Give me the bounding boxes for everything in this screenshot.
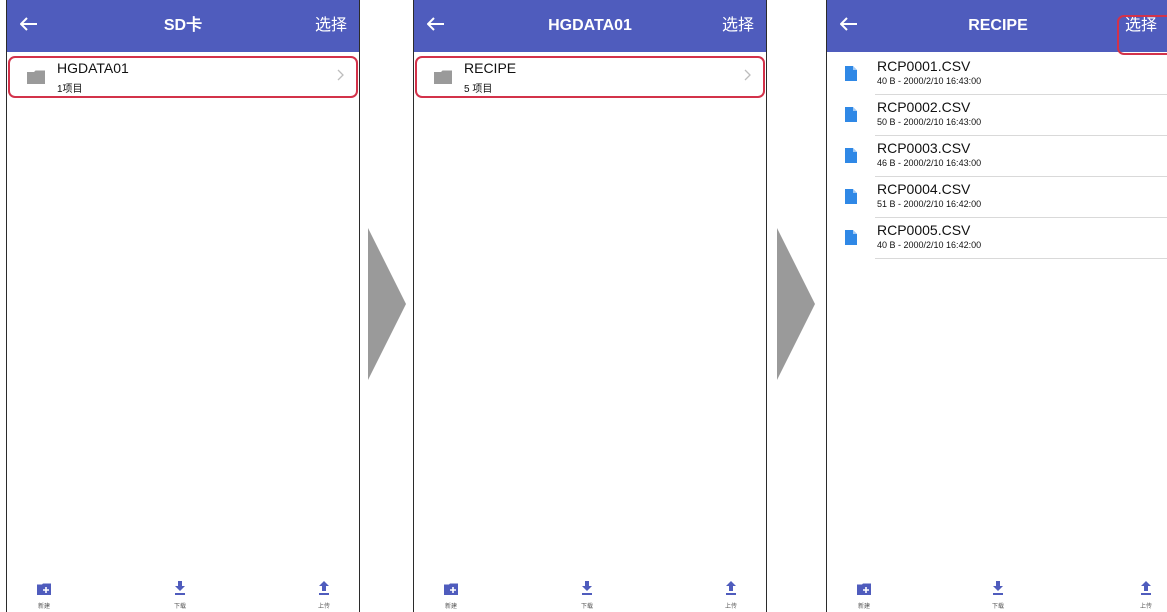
new-folder-button[interactable]: 新建 xyxy=(29,582,59,610)
download-label: 下载 xyxy=(991,604,1004,610)
upload-button[interactable]: 上传 xyxy=(716,581,746,610)
screen-recipe: RECIPE 选择 RCP0001.CSV 40 B - 2000/2/10 1… xyxy=(826,0,1167,612)
new-folder-icon xyxy=(857,583,871,595)
back-arrow-icon[interactable] xyxy=(15,10,43,38)
upload-label: 上传 xyxy=(317,604,330,610)
page-title: RECIPE xyxy=(968,17,1028,34)
list-item[interactable]: RCP0002.CSV 50 B - 2000/2/10 16:43:00 xyxy=(827,97,1167,138)
file-meta: 51 B - 2000/2/10 16:42:00 xyxy=(877,199,982,209)
download-button[interactable]: 下载 xyxy=(983,581,1013,610)
upload-icon xyxy=(726,581,736,595)
app-bar: SD卡 选择 xyxy=(7,0,359,52)
file-name: RCP0005.CSV xyxy=(877,222,971,238)
step-arrow-icon xyxy=(777,228,815,380)
upload-label: 上传 xyxy=(1139,604,1152,610)
bottom-toolbar: 新建 下载 上传 xyxy=(7,580,359,612)
file-name: RCP0003.CSV xyxy=(877,140,971,156)
page-title: HGDATA01 xyxy=(548,17,632,34)
new-folder-button[interactable]: 新建 xyxy=(849,582,879,610)
highlight-box xyxy=(1117,15,1167,55)
new-label: 新建 xyxy=(444,604,457,610)
file-name: RCP0002.CSV xyxy=(877,99,971,115)
upload-icon xyxy=(1141,581,1151,595)
new-folder-icon xyxy=(37,583,51,595)
download-icon xyxy=(175,581,185,595)
download-icon xyxy=(582,581,592,595)
file-meta: 50 B - 2000/2/10 16:43:00 xyxy=(877,117,982,127)
back-arrow-icon[interactable] xyxy=(422,10,450,38)
file-icon xyxy=(845,148,857,168)
file-name: RCP0004.CSV xyxy=(877,181,971,197)
list-item[interactable]: RCP0001.CSV 40 B - 2000/2/10 16:43:00 xyxy=(827,56,1167,97)
upload-button[interactable]: 上传 xyxy=(309,581,339,610)
upload-button[interactable]: 上传 xyxy=(1131,581,1161,610)
file-list: RCP0001.CSV 40 B - 2000/2/10 16:43:00 RC… xyxy=(827,56,1167,261)
new-folder-button[interactable]: 新建 xyxy=(436,582,466,610)
file-name: RCP0001.CSV xyxy=(877,58,971,74)
list-item[interactable]: RCP0003.CSV 46 B - 2000/2/10 16:43:00 xyxy=(827,138,1167,179)
highlight-box xyxy=(8,56,358,98)
file-icon xyxy=(845,189,857,209)
list-item[interactable]: RCP0004.CSV 51 B - 2000/2/10 16:42:00 xyxy=(827,179,1167,220)
upload-icon xyxy=(319,581,329,595)
screen-hgdata01: HGDATA01 选择 RECIPE 5 项目 新建 下载 上传 xyxy=(413,0,767,612)
divider xyxy=(875,94,1167,95)
download-button[interactable]: 下载 xyxy=(572,581,602,610)
download-icon xyxy=(993,581,1003,595)
select-button[interactable]: 选择 xyxy=(315,0,347,52)
bottom-toolbar: 新建 下载 上传 xyxy=(827,580,1167,612)
new-label: 新建 xyxy=(37,604,50,610)
list-item[interactable]: RCP0005.CSV 40 B - 2000/2/10 16:42:00 xyxy=(827,220,1167,261)
app-bar: RECIPE 选择 xyxy=(827,0,1167,52)
app-bar: HGDATA01 选择 xyxy=(414,0,766,52)
new-folder-icon xyxy=(444,583,458,595)
step-arrow-icon xyxy=(368,228,406,380)
screen-sd-card: SD卡 选择 HGDATA01 1项目 新建 下载 上传 xyxy=(6,0,360,612)
divider xyxy=(875,217,1167,218)
new-label: 新建 xyxy=(857,604,870,610)
file-meta: 40 B - 2000/2/10 16:42:00 xyxy=(877,240,982,250)
divider xyxy=(875,135,1167,136)
download-button[interactable]: 下载 xyxy=(165,581,195,610)
file-meta: 40 B - 2000/2/10 16:43:00 xyxy=(877,76,982,86)
back-arrow-icon[interactable] xyxy=(835,10,863,38)
file-icon xyxy=(845,230,857,250)
upload-label: 上传 xyxy=(724,604,737,610)
select-button[interactable]: 选择 xyxy=(722,0,754,52)
download-label: 下载 xyxy=(580,604,593,610)
file-meta: 46 B - 2000/2/10 16:43:00 xyxy=(877,158,982,168)
bottom-toolbar: 新建 下载 上传 xyxy=(414,580,766,612)
divider xyxy=(875,176,1167,177)
highlight-box xyxy=(415,56,765,98)
page-title: SD卡 xyxy=(163,17,203,34)
file-icon xyxy=(845,66,857,86)
download-label: 下载 xyxy=(173,604,186,610)
file-icon xyxy=(845,107,857,127)
divider xyxy=(875,258,1167,259)
